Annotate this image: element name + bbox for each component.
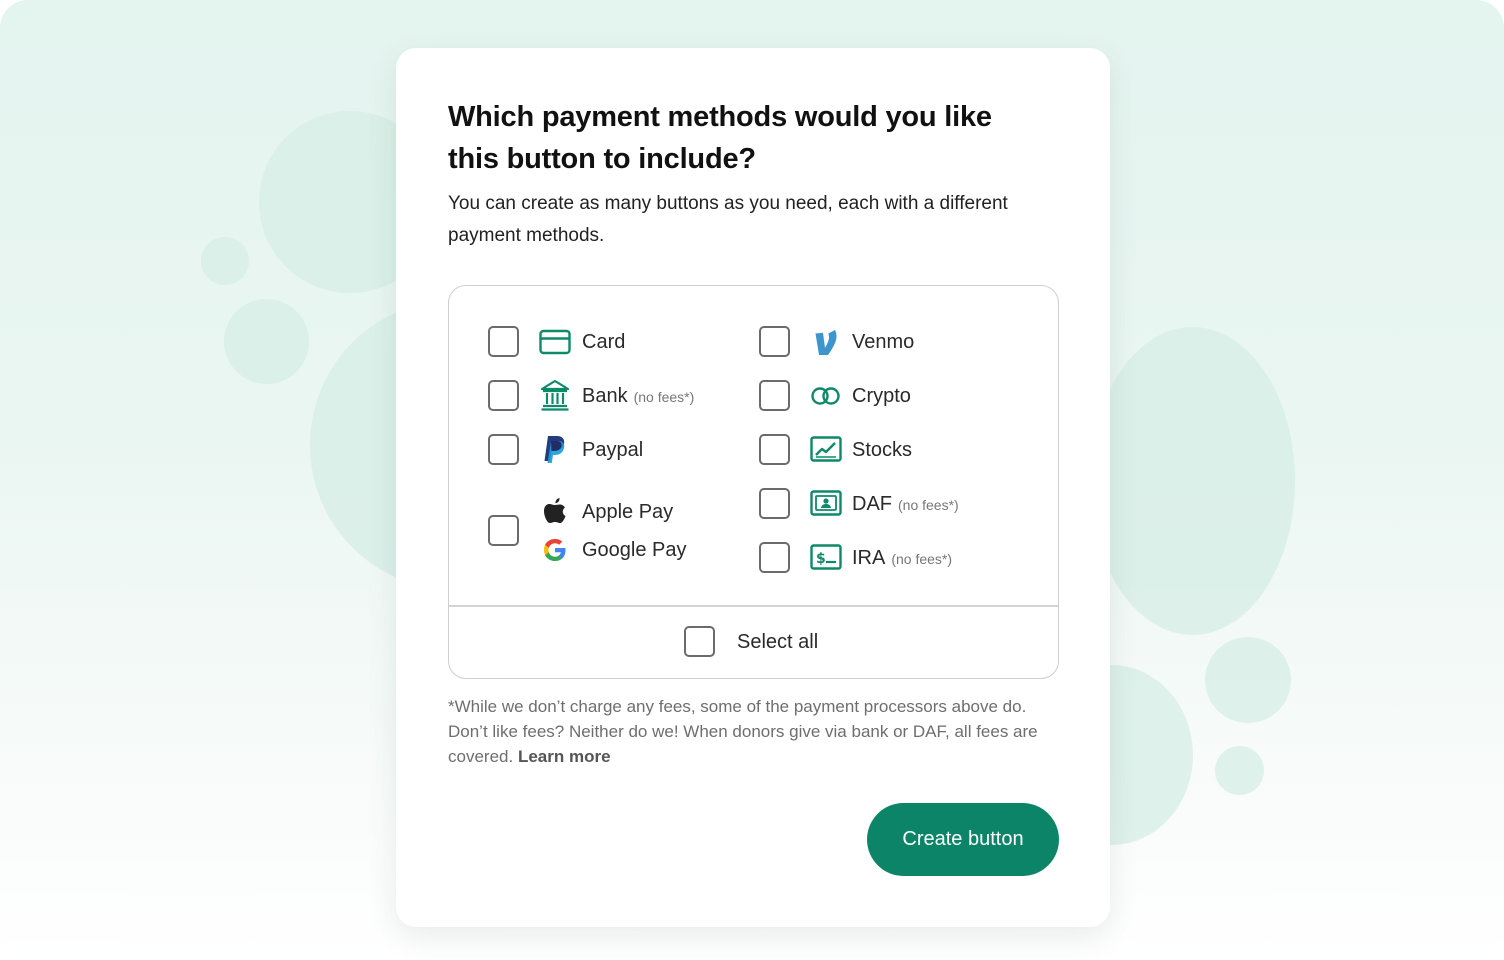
daf-label: DAF (no fees*) bbox=[852, 492, 959, 517]
card-checkbox[interactable] bbox=[488, 326, 519, 357]
crypto-checkbox[interactable] bbox=[759, 380, 790, 411]
fees-footnote: *While we don’t charge any fees, some of… bbox=[448, 694, 1068, 769]
google-pay-label: Google Pay bbox=[582, 539, 687, 561]
decorative-bubble bbox=[1215, 746, 1264, 795]
crypto-label: Crypto bbox=[852, 385, 911, 407]
daf-icon bbox=[810, 487, 842, 519]
apple-pay-label: Apple Pay bbox=[582, 501, 674, 523]
google-icon bbox=[539, 534, 571, 566]
apple-google-pay-checkbox[interactable] bbox=[488, 515, 519, 546]
ira-label: IRA (no fees*) bbox=[852, 546, 952, 571]
ira-checkbox[interactable] bbox=[759, 542, 790, 573]
select-all-checkbox[interactable] bbox=[684, 626, 715, 657]
decorative-bubble bbox=[1090, 327, 1295, 635]
select-all-label: Select all bbox=[737, 631, 819, 653]
decorative-bubble bbox=[201, 237, 249, 285]
ira-icon: $ bbox=[810, 541, 842, 573]
daf-label-text: DAF bbox=[852, 493, 892, 515]
apple-icon bbox=[539, 495, 571, 527]
venmo-label: Venmo bbox=[852, 331, 915, 353]
decorative-bubble bbox=[224, 299, 309, 384]
payment-methods-list: Card Bank (no fees*) Paypal Apple Pay Goo… bbox=[448, 285, 1059, 679]
payment-methods-dialog: Which payment methods would you like thi… bbox=[396, 48, 1110, 927]
stocks-checkbox[interactable] bbox=[759, 434, 790, 465]
paypal-icon bbox=[539, 433, 571, 465]
bank-checkbox[interactable] bbox=[488, 380, 519, 411]
bank-label: Bank (no fees*) bbox=[582, 384, 694, 409]
daf-no-fees-note: (no fees*) bbox=[898, 497, 959, 513]
crypto-icon bbox=[810, 380, 842, 412]
learn-more-link[interactable]: Learn more bbox=[518, 747, 611, 766]
dialog-subtitle: You can create as many buttons as you ne… bbox=[448, 193, 1008, 246]
venmo-checkbox[interactable] bbox=[759, 326, 790, 357]
card-label: Card bbox=[582, 331, 626, 353]
decorative-bubble bbox=[1205, 637, 1291, 723]
ira-label-text: IRA bbox=[852, 547, 886, 569]
stocks-label: Stocks bbox=[852, 439, 913, 461]
bank-no-fees-note: (no fees*) bbox=[633, 389, 695, 405]
daf-checkbox[interactable] bbox=[759, 488, 790, 519]
ira-no-fees-note: (no fees*) bbox=[891, 551, 953, 567]
stocks-icon bbox=[810, 433, 842, 465]
dialog-title: Which payment methods would you like thi… bbox=[448, 101, 992, 175]
list-divider bbox=[449, 605, 1058, 607]
bank-label-text: Bank bbox=[582, 385, 628, 407]
svg-text:$: $ bbox=[816, 551, 826, 567]
create-button[interactable]: Create button bbox=[867, 803, 1059, 876]
paypal-label: Paypal bbox=[582, 439, 644, 461]
venmo-icon bbox=[810, 326, 842, 358]
bank-icon bbox=[539, 379, 571, 411]
paypal-checkbox[interactable] bbox=[488, 434, 519, 465]
card-icon bbox=[539, 326, 571, 358]
